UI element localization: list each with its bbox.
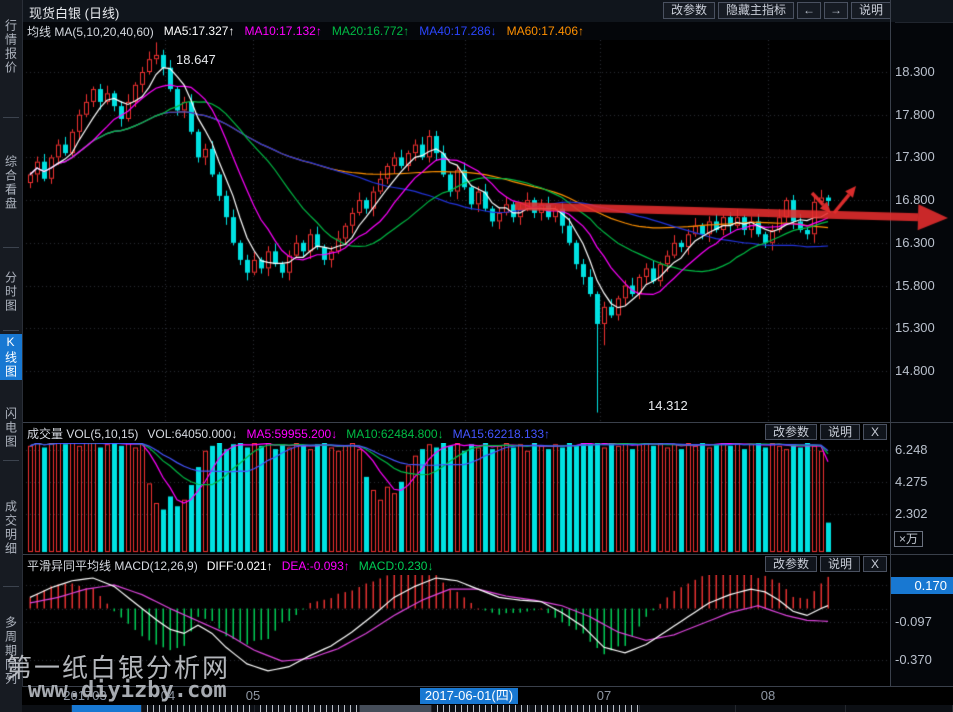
- indicator-value-label: MA15:62218.133↑: [453, 427, 550, 441]
- pane-divider: [22, 422, 953, 423]
- sidebar-separator: [3, 330, 19, 331]
- volume-axis-label: 2.302: [895, 506, 928, 521]
- price-axis-label: 16.800: [895, 192, 935, 207]
- navigator-segment[interactable]: [846, 705, 953, 712]
- navigator-segment[interactable]: [72, 705, 142, 712]
- next-arrow-button[interactable]: →: [824, 2, 848, 19]
- sidebar-separator: [3, 247, 19, 248]
- hide-main-indicator-button[interactable]: 隐藏主指标: [718, 2, 794, 19]
- navigator-segment[interactable]: [255, 705, 360, 712]
- sidebar-item-4[interactable]: K线图: [0, 334, 22, 380]
- pane-divider: [22, 554, 953, 555]
- price-axis-label: 14.800: [895, 363, 935, 378]
- kline-chart-canvas[interactable]: [22, 40, 890, 423]
- navigator-segment[interactable]: [360, 705, 432, 712]
- indicator-value-label: MACD:0.230↓: [359, 559, 434, 573]
- sidebar-item-5[interactable]: 闪电图: [0, 386, 22, 470]
- selected-date-box[interactable]: 2017-06-01(四): [420, 688, 518, 704]
- price-axis-label: 16.300: [895, 235, 935, 250]
- vol-close-button[interactable]: X: [863, 424, 887, 440]
- price-axis-label: 15.300: [895, 320, 935, 335]
- watermark-site-url: www.diyizby.com: [28, 678, 227, 703]
- navigator-segment[interactable]: [22, 705, 72, 712]
- high-price-label: 18.647: [176, 52, 216, 67]
- price-axis-label: 18.300: [895, 64, 935, 79]
- indicator-value-label: DEA:-0.093↑: [282, 559, 350, 573]
- vol-help-button[interactable]: 说明: [820, 424, 860, 440]
- volume-chart-canvas[interactable]: [22, 443, 890, 553]
- title-bar: 现货白银 (日线) 改参数隐藏主指标←→说明: [22, 0, 953, 23]
- left-sidebar: 行情报价综合看盘分时图K线图闪电图成交明细多周期同列: [0, 0, 23, 712]
- edit-params-button[interactable]: 改参数: [663, 2, 715, 19]
- ma-value-label: MA40:17.286↓: [419, 24, 496, 38]
- macd-axis-label: -0.370: [895, 652, 932, 667]
- axis-divider: [890, 0, 891, 687]
- macd-edit-params-button[interactable]: 改参数: [765, 556, 817, 572]
- macd-stats: DIFF:0.021↑ DEA:-0.093↑ MACD:0.230↓: [207, 559, 434, 573]
- price-axis-label: 15.800: [895, 278, 935, 293]
- navigator-segment[interactable]: [142, 705, 255, 712]
- trading-app-window: 行情报价综合看盘分时图K线图闪电图成交明细多周期同列 现货白银 (日线) 改参数…: [0, 0, 953, 712]
- indicator-value-label: MA10:62484.800↓: [346, 427, 443, 441]
- sidebar-item-6[interactable]: 成交明细: [0, 474, 22, 582]
- indicator-value-label: DIFF:0.021↑: [207, 559, 273, 573]
- price-axis-label: 17.300: [895, 149, 935, 164]
- symbol-title: 现货白银 (日线): [29, 3, 119, 22]
- volume-pane-title: 成交量 VOL(5,10,15): [27, 425, 138, 442]
- sidebar-separator: [3, 460, 19, 461]
- volume-axis-label: 4.275: [895, 474, 928, 489]
- time-axis-label: 05: [218, 688, 288, 703]
- macd-help-button[interactable]: 说明: [820, 556, 860, 572]
- volume-unit-label: ×万: [894, 531, 923, 547]
- low-price-label: 14.312: [648, 398, 688, 413]
- macd-axis-highlight: 0.170: [890, 577, 953, 594]
- sidebar-item-3[interactable]: 分时图: [0, 252, 22, 332]
- vol-edit-params-button[interactable]: 改参数: [765, 424, 817, 440]
- bottom-navigator-strip: [22, 705, 953, 712]
- ma-value-label: MA20:16.772↑: [332, 24, 409, 38]
- help-button[interactable]: 说明: [851, 2, 891, 19]
- navigator-segment[interactable]: [736, 705, 846, 712]
- price-axis-label: 17.800: [895, 107, 935, 122]
- navigator-segment[interactable]: [432, 705, 530, 712]
- ma-value-label: 均线 MA(5,10,20,40,60): [27, 23, 154, 40]
- macd-close-button[interactable]: X: [863, 556, 887, 572]
- sidebar-item-2[interactable]: 综合看盘: [0, 128, 22, 238]
- indicator-value-label: VOL:64050.000↓: [147, 427, 237, 441]
- title-bar-buttons: 改参数隐藏主指标←→说明: [663, 2, 891, 19]
- volume-pane-buttons: 改参数说明X: [765, 424, 887, 440]
- volume-stats: VOL:64050.000↓ MA5:59955.200↓ MA10:62484.8…: [147, 427, 550, 441]
- time-axis-label: 08: [733, 688, 803, 703]
- ma-indicator-row: 均线 MA(5,10,20,40,60) MA5:17.327↑ MA10:17.1…: [22, 22, 895, 40]
- ma-value-label: MA5:17.327↑: [164, 24, 235, 38]
- price-axis-panel: ×万 0.170 18.300 17.800 17.300 16.800 16.300 1…: [890, 0, 953, 687]
- sidebar-separator: [3, 117, 19, 118]
- macd-pane-title: 平滑异同平均线 MACD(12,26,9): [27, 557, 198, 574]
- ma-value-label: MA10:17.132↑: [244, 24, 321, 38]
- volume-axis-label: 6.248: [895, 442, 928, 457]
- indicator-value-label: MA5:59955.200↓: [246, 427, 337, 441]
- time-axis-label: 07: [569, 688, 639, 703]
- sidebar-separator: [3, 586, 19, 587]
- macd-pane-buttons: 改参数说明X: [765, 556, 887, 572]
- navigator-segment[interactable]: [640, 705, 736, 712]
- navigator-segment[interactable]: [530, 705, 640, 712]
- ma-value-label: MA60:17.406↑: [507, 24, 584, 38]
- macd-axis-label: -0.097: [895, 614, 932, 629]
- prev-arrow-button[interactable]: ←: [797, 2, 821, 19]
- sidebar-item-1[interactable]: 行情报价: [0, 0, 22, 108]
